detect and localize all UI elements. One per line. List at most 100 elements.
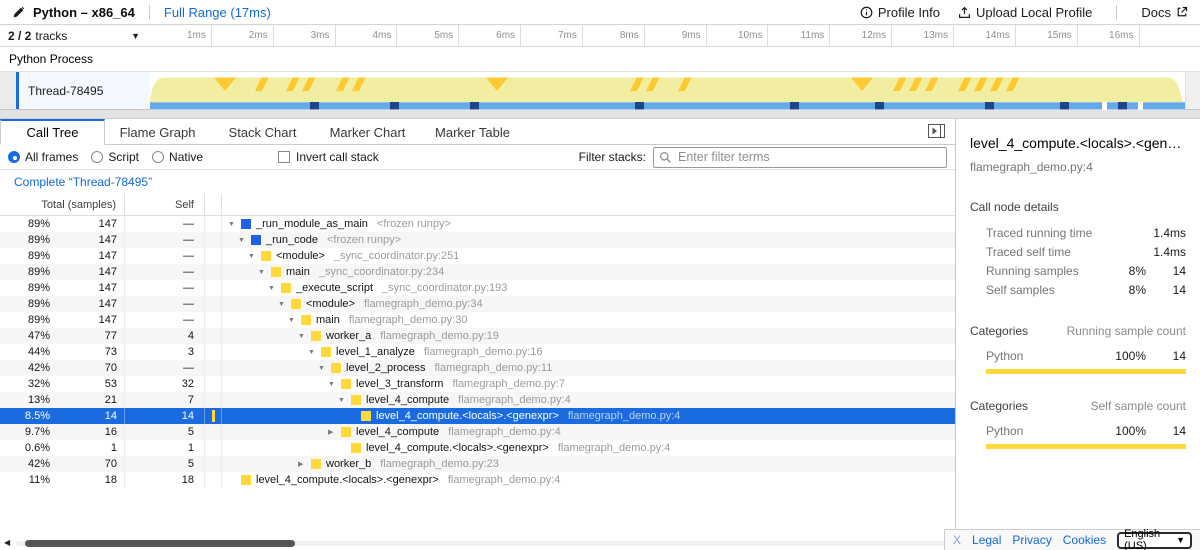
row-total-count: 1: [50, 442, 117, 454]
file-location: <frozen runpy>: [327, 234, 401, 246]
call-tree-row[interactable]: 89% 147 — ▼ main flamegraph_demo.py:30: [0, 312, 955, 328]
ruler-tick: 4ms: [336, 25, 398, 46]
call-tree-row[interactable]: 89% 147 — ▼ <module> _sync_coordinator.p…: [0, 248, 955, 264]
expander-icon[interactable]: ▼: [258, 269, 271, 276]
call-tree-row[interactable]: 89% 147 — ▼ <module> flamegraph_demo.py:…: [0, 296, 955, 312]
call-tree-row[interactable]: 0.6% 1 1 level_4_compute.<locals>.<genex…: [0, 440, 955, 456]
call-tree-row[interactable]: 89% 147 — ▼ _execute_script _sync_coordi…: [0, 280, 955, 296]
language-select[interactable]: English (US) ▼: [1117, 532, 1192, 549]
function-name: level_4_compute.<locals>.<genexpr>: [256, 474, 439, 486]
expander-icon[interactable]: ▼: [248, 253, 261, 260]
filter-stacks-input[interactable]: [653, 147, 947, 168]
category-icon: [351, 443, 361, 453]
thread-track-label[interactable]: Thread-78495: [19, 72, 150, 109]
call-tree-row[interactable]: 11% 18 18 level_4_compute.<locals>.<gene…: [0, 472, 955, 488]
function-name: _run_code: [266, 234, 318, 246]
ruler-tick: 16ms: [1078, 25, 1140, 46]
footer-link-privacy[interactable]: Privacy: [1012, 533, 1051, 547]
self-column-header[interactable]: Self: [125, 194, 205, 215]
scrollbar-thumb[interactable]: [25, 540, 295, 547]
call-tree-row[interactable]: 44% 73 3 ▼ level_1_analyze flamegraph_de…: [0, 344, 955, 360]
row-self-count: —: [125, 216, 205, 232]
radio-all-frames[interactable]: All frames: [8, 150, 78, 164]
expander-icon[interactable]: ▼: [308, 349, 321, 356]
docs-link[interactable]: Docs: [1141, 5, 1188, 20]
radio-script[interactable]: Script: [91, 150, 139, 164]
call-tree-rows: 89% 147 — ▼ _run_module_as_main <frozen …: [0, 216, 955, 488]
category-icon: [241, 219, 251, 229]
info-icon: [860, 6, 873, 19]
footer-link-cookies[interactable]: Cookies: [1063, 533, 1106, 547]
ruler-tick: 6ms: [459, 25, 521, 46]
file-location: <frozen runpy>: [377, 218, 451, 230]
sidebar-toggle-icon[interactable]: [928, 124, 945, 141]
call-tree-row[interactable]: 89% 147 — ▼ main _sync_coordinator.py:23…: [0, 264, 955, 280]
call-tree-row[interactable]: 89% 147 — ▼ _run_module_as_main <frozen …: [0, 216, 955, 232]
expander-icon[interactable]: ▼: [288, 317, 301, 324]
function-name: _run_module_as_main: [256, 218, 368, 230]
tab-marker-table[interactable]: Marker Table: [420, 119, 525, 144]
call-tree-row[interactable]: 9.7% 16 5 ▶ level_4_compute flamegraph_d…: [0, 424, 955, 440]
search-icon: [659, 151, 672, 164]
call-tree-row[interactable]: 89% 147 — ▼ _run_code <frozen runpy>: [0, 232, 955, 248]
complete-thread-link[interactable]: Complete “Thread-78495”: [14, 175, 152, 189]
full-range-link[interactable]: Full Range (17ms): [164, 5, 271, 20]
process-track-header[interactable]: Python Process: [0, 47, 1200, 72]
tab-call-tree[interactable]: Call Tree: [0, 119, 105, 145]
call-node-sidebar: level_4_compute.<locals>.<genexpr> flame…: [955, 119, 1200, 550]
expander-icon[interactable]: ▼: [318, 365, 331, 372]
profile-info-button[interactable]: Profile Info: [860, 5, 940, 20]
call-tree-row[interactable]: 47% 77 4 ▼ worker_a flamegraph_demo.py:1…: [0, 328, 955, 344]
row-total-count: 147: [50, 250, 117, 262]
expander-icon[interactable]: ▼: [338, 397, 351, 404]
expander-icon[interactable]: ▼: [328, 381, 341, 388]
thread-activity-graph[interactable]: [150, 72, 1185, 110]
call-tree-row[interactable]: 42% 70 5 ▶ worker_b flamegraph_demo.py:2…: [0, 456, 955, 472]
call-tree-row[interactable]: 32% 53 32 ▼ level_3_transform flamegraph…: [0, 376, 955, 392]
scroll-left-icon[interactable]: ◀: [4, 538, 10, 547]
tab-flame-graph[interactable]: Flame Graph: [105, 119, 210, 144]
detail-value: 14: [1146, 283, 1186, 297]
tracks-visibility-dropdown[interactable]: 2 / 2 tracks ▼: [0, 25, 150, 46]
edit-pencil-icon[interactable]: [12, 6, 25, 19]
category-column-header: [205, 194, 222, 215]
tab-stack-chart[interactable]: Stack Chart: [210, 119, 315, 144]
tab-marker-chart[interactable]: Marker Chart: [315, 119, 420, 144]
total-column-header[interactable]: Total (samples): [0, 194, 125, 215]
invert-call-stack-checkbox[interactable]: [278, 151, 290, 163]
expander-icon[interactable]: ▼: [228, 221, 241, 228]
row-total-percent: 0.6%: [0, 442, 50, 454]
file-location: flamegraph_demo.py:4: [558, 442, 671, 454]
footer-link-x[interactable]: X: [953, 533, 961, 547]
upload-profile-button[interactable]: Upload Local Profile: [958, 5, 1092, 20]
expander-icon[interactable]: ▶: [298, 460, 311, 468]
call-tree-row[interactable]: 13% 21 7 ▼ level_4_compute flamegraph_de…: [0, 392, 955, 408]
call-tree-header: Total (samples) Self: [0, 194, 955, 216]
call-tree-row[interactable]: 42% 70 — ▼ level_2_process flamegraph_de…: [0, 360, 955, 376]
invert-call-stack-label[interactable]: Invert call stack: [296, 150, 379, 164]
tab-list: Call TreeFlame GraphStack ChartMarker Ch…: [0, 119, 525, 144]
row-self-count: 18: [125, 472, 205, 488]
expander-icon[interactable]: ▼: [238, 237, 251, 244]
timeline-separator: [0, 110, 1200, 119]
footer-link-legal[interactable]: Legal: [972, 533, 1001, 547]
upload-icon: [958, 6, 971, 19]
radio-icon: [91, 151, 103, 163]
tab-bar: Call TreeFlame GraphStack ChartMarker Ch…: [0, 119, 955, 145]
expander-icon[interactable]: ▼: [268, 285, 281, 292]
horizontal-scrollbar[interactable]: ◀: [0, 536, 955, 550]
expander-icon[interactable]: ▼: [298, 333, 311, 340]
row-total-percent: 89%: [0, 218, 50, 230]
row-total-percent: 89%: [0, 250, 50, 262]
sidebar-function-title: level_4_compute.<locals>.<genexpr>: [970, 135, 1186, 151]
profile-name-group: Python – x86_64 Full Range (17ms): [12, 5, 271, 20]
file-location: flamegraph_demo.py:4: [568, 410, 681, 422]
call-tree-row[interactable]: 8.5% 14 14 level_4_compute.<locals>.<gen…: [0, 408, 955, 424]
radio-native[interactable]: Native: [152, 150, 203, 164]
expander-icon[interactable]: ▶: [328, 428, 341, 436]
category-strip: [212, 410, 215, 422]
filter-stacks-label: Filter stacks:: [579, 150, 646, 164]
thread-track[interactable]: Thread-78495: [0, 72, 1200, 110]
expander-icon[interactable]: ▼: [278, 301, 291, 308]
category-icon: [331, 363, 341, 373]
